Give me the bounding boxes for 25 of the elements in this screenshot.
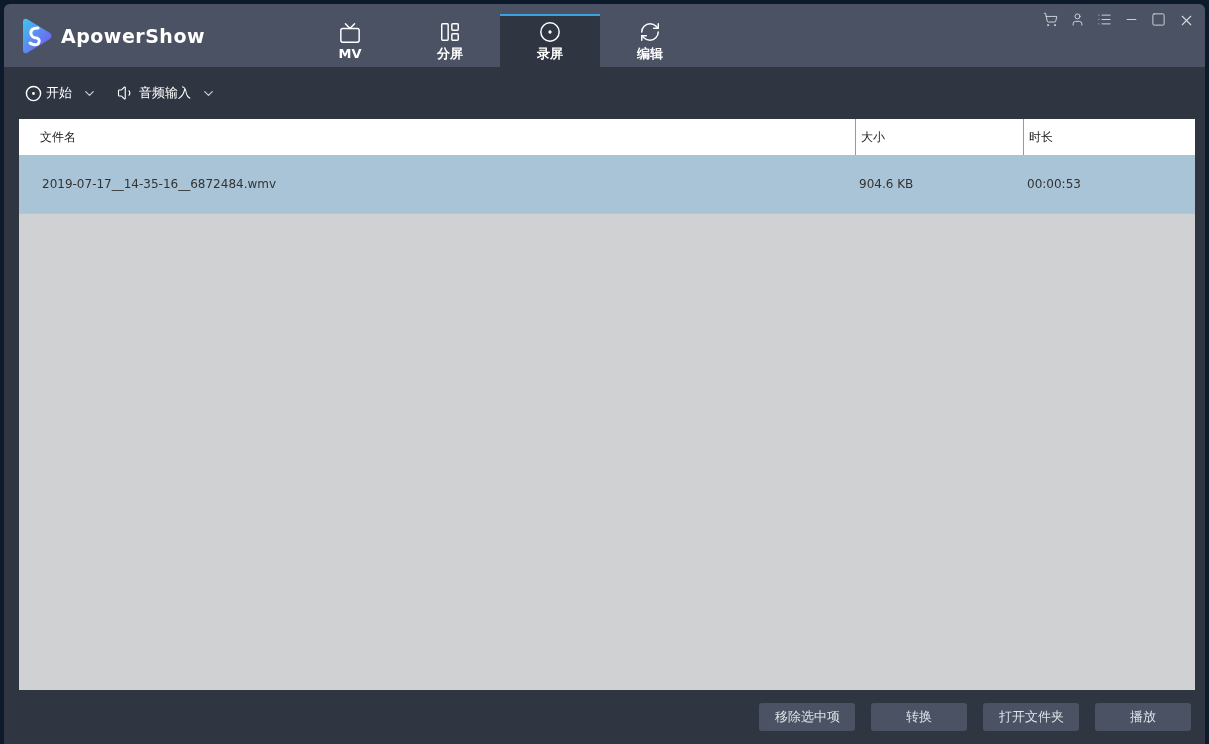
tv-icon [339, 22, 361, 44]
app-name: ApowerShow [61, 24, 205, 47]
menu-icon[interactable] [1097, 12, 1112, 27]
record-icon [25, 84, 42, 102]
nav-tab[interactable]: 分屏 [400, 14, 500, 67]
record-icon [539, 20, 561, 43]
nav-tab[interactable]: MV [300, 14, 400, 67]
action-button[interactable]: 移除选中项 [759, 703, 855, 731]
nav-tab[interactable]: 编辑 [600, 14, 700, 67]
maximize-icon[interactable] [1151, 12, 1166, 27]
column-header[interactable]: 文件名 [19, 119, 855, 155]
layout-icon [439, 20, 461, 43]
user-icon[interactable] [1070, 12, 1085, 27]
table-cell: 00:00:53 [1027, 177, 1081, 191]
cart-icon[interactable] [1043, 12, 1058, 27]
table-cell: 904.6 KB [859, 177, 914, 191]
toolbar-dropdown[interactable]: 音频输入 [117, 84, 216, 102]
nav-tab[interactable]: 录屏 [500, 14, 600, 67]
action-button[interactable]: 播放 [1095, 703, 1191, 731]
toolbar-dropdown[interactable]: 开始 [25, 84, 97, 102]
table-cell: 2019-07-17__14-35-16__6872484.wmv [42, 177, 277, 191]
refresh-icon [639, 20, 661, 43]
action-button[interactable]: 转换 [871, 703, 967, 731]
table-row[interactable]: 2019-07-17__14-35-16__6872484.wmv 904.6 KB 00:00:53 [19, 155, 1195, 214]
action-button[interactable]: 打开文件夹 [983, 703, 1079, 731]
